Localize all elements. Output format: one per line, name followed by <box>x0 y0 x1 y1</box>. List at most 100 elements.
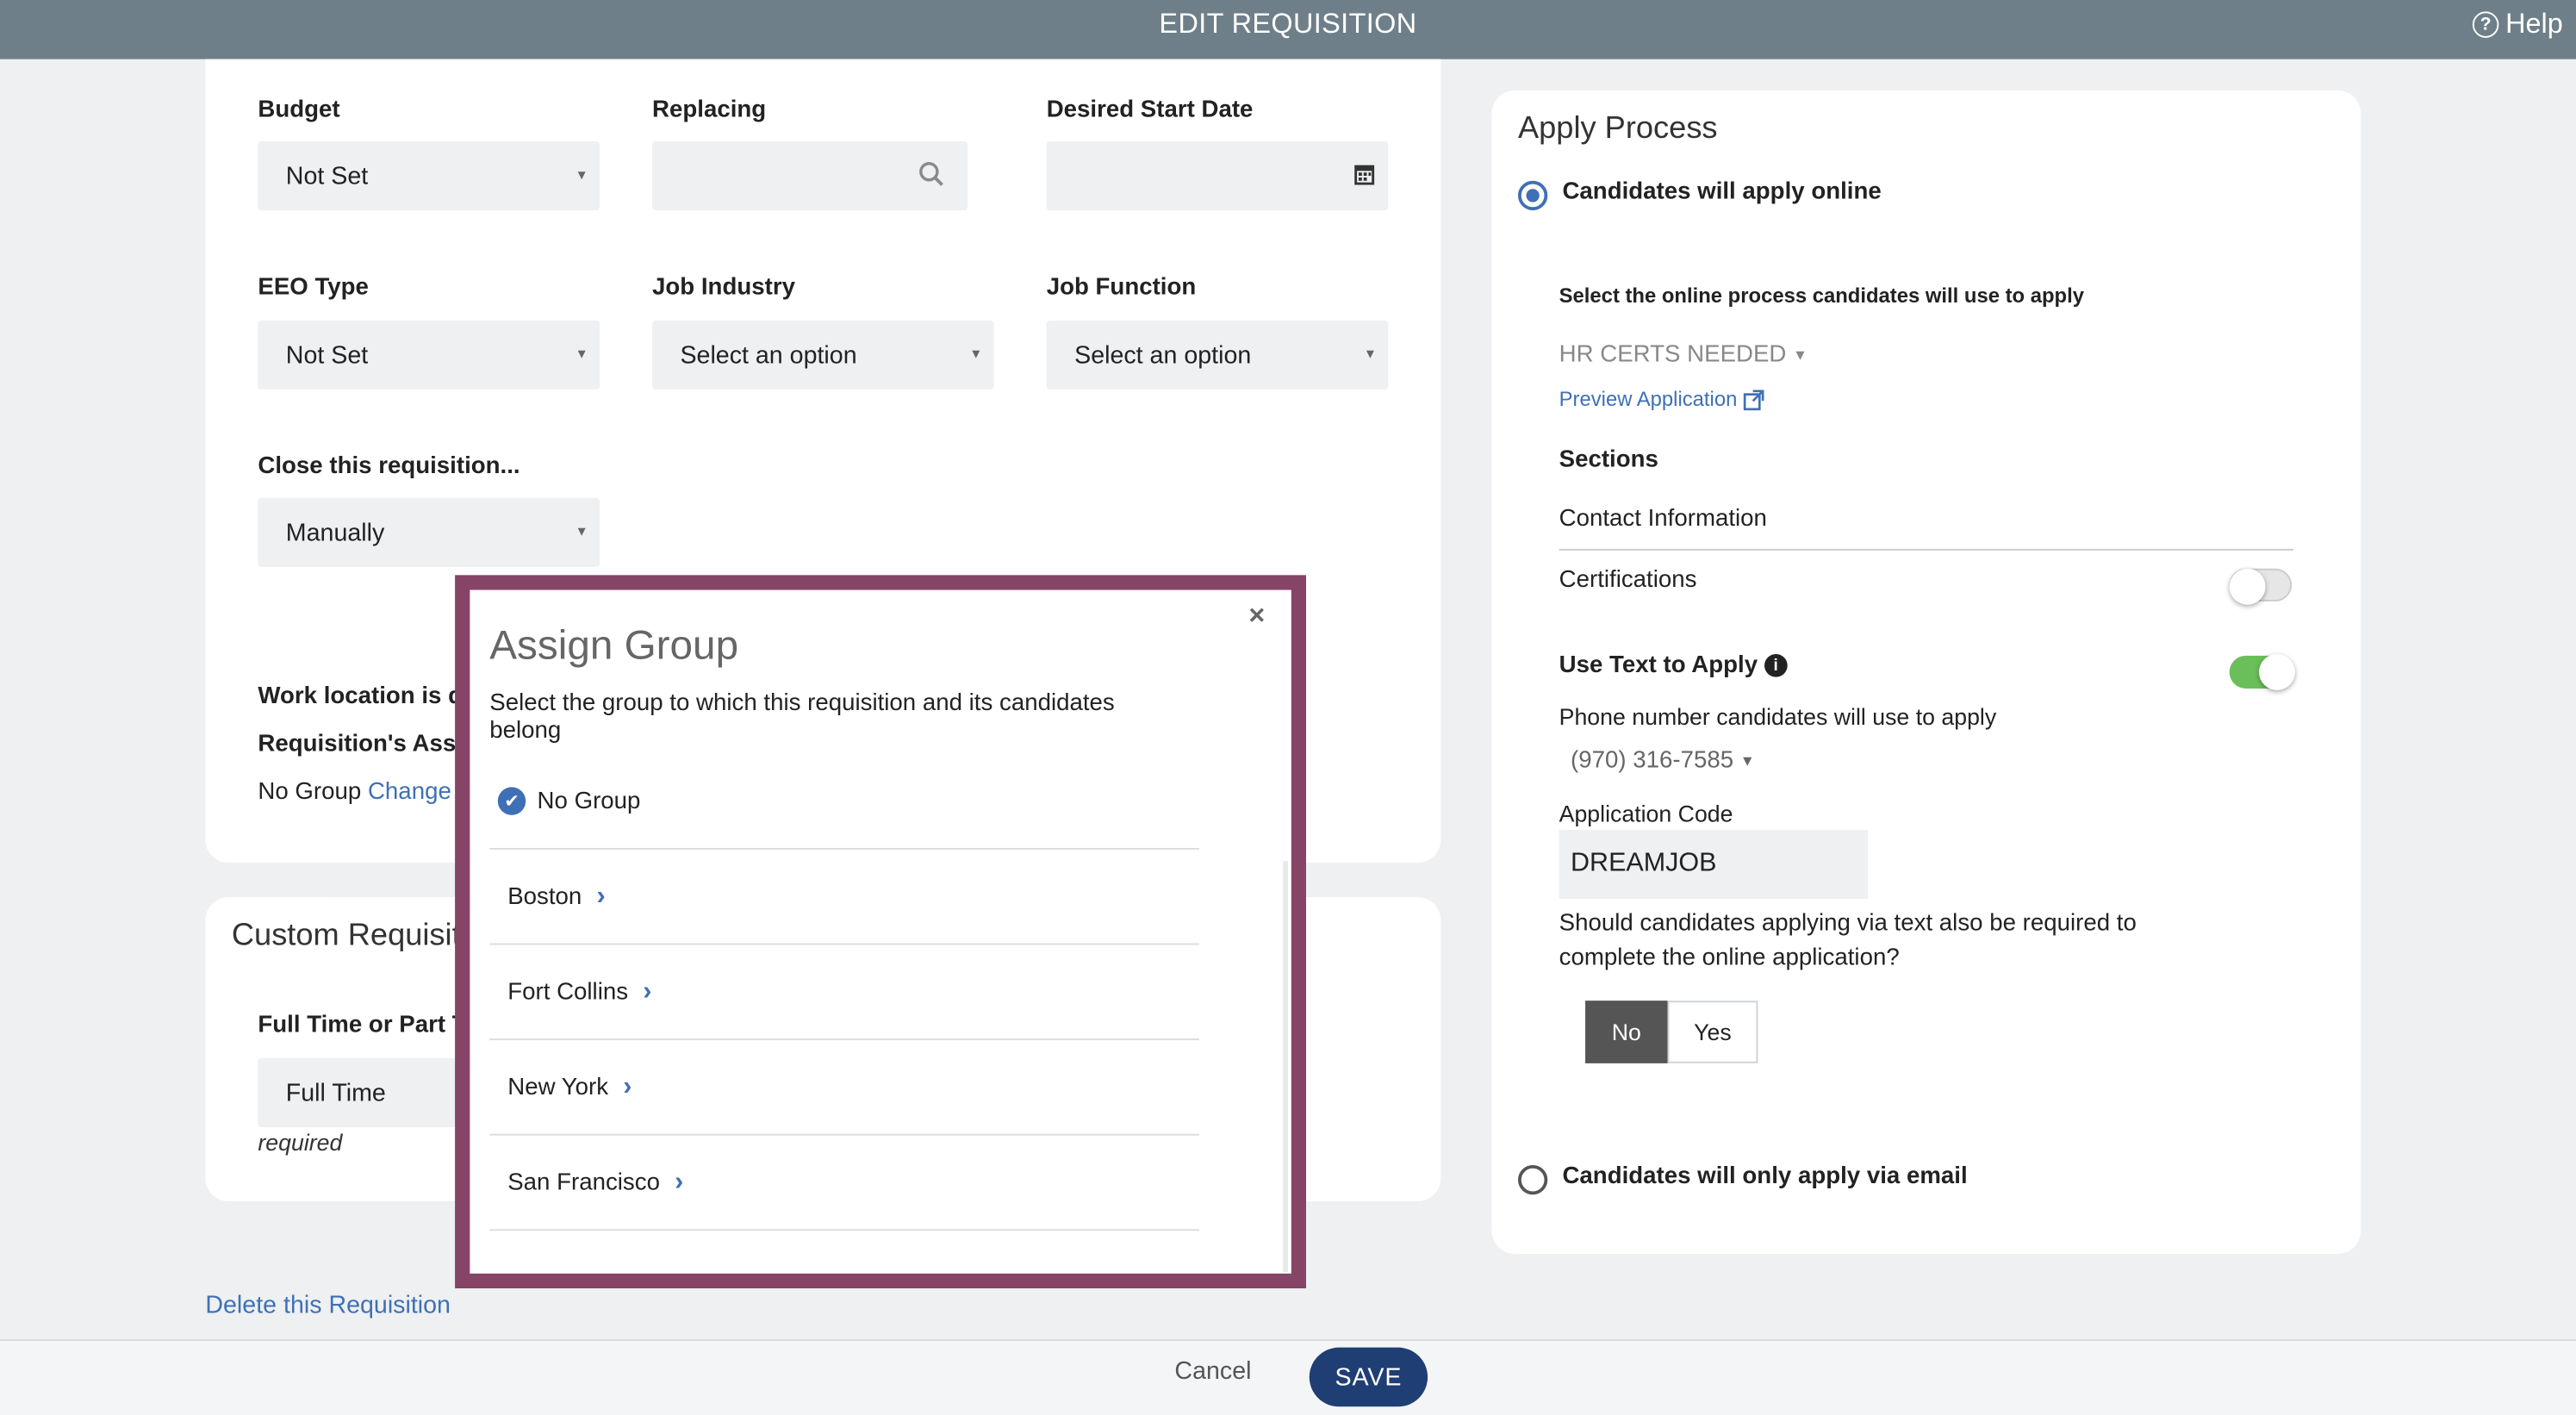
caret-down-icon: ▼ <box>1739 752 1755 770</box>
group-label: Boston <box>507 882 582 910</box>
close-select[interactable]: Manually ▼ <box>258 497 600 567</box>
top-bar: EDIT REQUISITION ? Help <box>0 0 2576 59</box>
option-yes-button[interactable]: Yes <box>1667 1000 1758 1063</box>
chevron-right-icon: › <box>643 976 652 1006</box>
phone-value: (970) 316-7585 <box>1570 747 1734 775</box>
group-option-new-york[interactable]: New York › <box>489 1040 1200 1136</box>
close-value: Manually <box>285 518 385 547</box>
save-label: SAVE <box>1335 1362 1403 1392</box>
caret-down-icon: ▼ <box>1793 346 1808 364</box>
group-option-boston[interactable]: Boston › <box>489 850 1200 945</box>
preview-application-link[interactable]: Preview Application <box>1559 388 1765 411</box>
modal-description: Select the group to which this requisiti… <box>489 689 1115 745</box>
process-select[interactable]: HR CERTS NEEDED ▼ <box>1559 342 1808 369</box>
toggle-knob <box>2229 568 2266 605</box>
modal-title: Assign Group <box>489 622 739 670</box>
search-icon <box>919 162 943 186</box>
toggle-knob <box>2258 653 2295 690</box>
text-apply-label: Use Text to Apply <box>1559 652 1758 679</box>
application-code-input[interactable]: DREAMJOB <box>1559 829 1869 900</box>
code-value: DREAMJOB <box>1570 849 1717 878</box>
phone-select[interactable]: (970) 316-7585 ▼ <box>1571 748 1755 775</box>
sections-label: Sections <box>1559 446 1658 474</box>
modal-body: Assign Group × Select the group to which… <box>470 589 1291 1274</box>
group-option-no-group[interactable]: ✔ No Group <box>489 754 1200 850</box>
eeo-value: Not Set <box>285 340 369 370</box>
group-label: Fort Collins <box>507 978 629 1006</box>
change-group-link[interactable]: Change <box>368 779 451 806</box>
function-label: Job Function <box>1046 274 1197 301</box>
check-circle-icon: ✔ <box>497 787 526 815</box>
chevron-down-icon: ▼ <box>969 346 983 362</box>
apply-email-label: Candidates will only apply via email <box>1562 1163 1968 1190</box>
help-icon: ? <box>2472 11 2499 38</box>
delete-requisition-link[interactable]: Delete this Requisition <box>205 1292 451 1319</box>
group-label: No Group <box>537 788 641 814</box>
budget-label: Budget <box>258 97 340 124</box>
budget-select[interactable]: Not Set ▼ <box>258 140 600 211</box>
option-no-button[interactable]: No <box>1585 1000 1668 1063</box>
modal-scrollbar[interactable] <box>1283 861 1289 1272</box>
required-note: required <box>258 1129 343 1156</box>
full-time-label: Full Time or Part T <box>258 1012 467 1039</box>
chevron-down-icon: ▼ <box>575 346 588 362</box>
group-label: New York <box>507 1074 609 1100</box>
budget-value: Not Set <box>285 161 369 190</box>
section-divider <box>1559 548 2294 551</box>
chevron-right-icon: › <box>596 882 606 910</box>
text-apply-row: Use Text to Apply i <box>1559 652 1788 679</box>
close-icon[interactable]: × <box>1248 600 1265 633</box>
section-contact: Contact Information <box>1559 506 1767 533</box>
assign-group-modal: Assign Group × Select the group to which… <box>455 575 1306 1289</box>
work-location-text: Work location is di <box>258 683 470 710</box>
chevron-down-icon: ▼ <box>1363 346 1377 362</box>
chevron-down-icon: ▼ <box>575 524 588 539</box>
process-value: HR CERTS NEEDED <box>1559 341 1787 369</box>
start-date-label: Desired Start Date <box>1046 97 1254 124</box>
apply-online-radio[interactable] <box>1517 180 1548 211</box>
industry-select[interactable]: Select an option ▼ <box>652 320 994 390</box>
help-button[interactable]: ? Help <box>2472 8 2563 41</box>
help-label: Help <box>2505 8 2563 40</box>
page: EDIT REQUISITION ? Help Budget Not Set ▼… <box>0 0 2576 1415</box>
phone-label: Phone number candidates will use to appl… <box>1559 703 1997 730</box>
full-time-select[interactable]: Full Time <box>258 1058 472 1128</box>
custom-card-title: Custom Requisit <box>231 918 461 954</box>
group-option-fort-collins[interactable]: Fort Collins › <box>489 944 1200 1041</box>
apply-online-label: Candidates will apply online <box>1562 178 1882 206</box>
requisition-assign-label: Requisition's Assig <box>258 731 477 758</box>
info-icon: i <box>1764 653 1788 677</box>
start-date-input[interactable] <box>1046 140 1389 211</box>
save-button[interactable]: SAVE <box>1309 1347 1428 1407</box>
preview-label: Preview Application <box>1559 388 1738 411</box>
eeo-select[interactable]: Not Set ▼ <box>258 320 600 390</box>
process-label: Select the online process candidates wil… <box>1559 284 2084 308</box>
page-title: EDIT REQUISITION <box>1159 8 1417 40</box>
eeo-label: EEO Type <box>258 274 369 301</box>
close-label: Close this requisition... <box>258 453 520 480</box>
group-label: San Francisco <box>507 1169 660 1196</box>
function-select[interactable]: Select an option ▼ <box>1046 320 1389 390</box>
text-apply-toggle[interactable] <box>2229 653 2295 690</box>
industry-value: Select an option <box>680 340 857 370</box>
chevron-right-icon: › <box>675 1167 684 1196</box>
group-value: No Group <box>258 778 362 806</box>
section-certifications: Certifications <box>1559 566 1697 594</box>
replacing-input[interactable] <box>652 140 968 211</box>
replacing-label: Replacing <box>652 97 767 124</box>
calendar-icon <box>1354 165 1375 185</box>
full-time-value: Full Time <box>285 1078 386 1107</box>
option-yes-label: Yes <box>1694 1019 1732 1045</box>
external-link-icon <box>1744 389 1765 410</box>
completion-question: Should candidates applying via text also… <box>1559 910 2137 971</box>
code-label: Application Code <box>1559 800 1733 827</box>
apply-email-radio[interactable] <box>1517 1164 1548 1195</box>
group-line: No Group Change <box>258 779 451 806</box>
function-value: Select an option <box>1074 340 1252 370</box>
cancel-button[interactable]: Cancel <box>1174 1357 1251 1385</box>
chevron-right-icon: › <box>623 1072 632 1100</box>
chevron-down-icon: ▼ <box>575 167 588 183</box>
option-no-label: No <box>1611 1019 1641 1045</box>
group-option-san-francisco[interactable]: San Francisco › <box>489 1136 1200 1231</box>
certifications-toggle[interactable] <box>2229 568 2293 605</box>
